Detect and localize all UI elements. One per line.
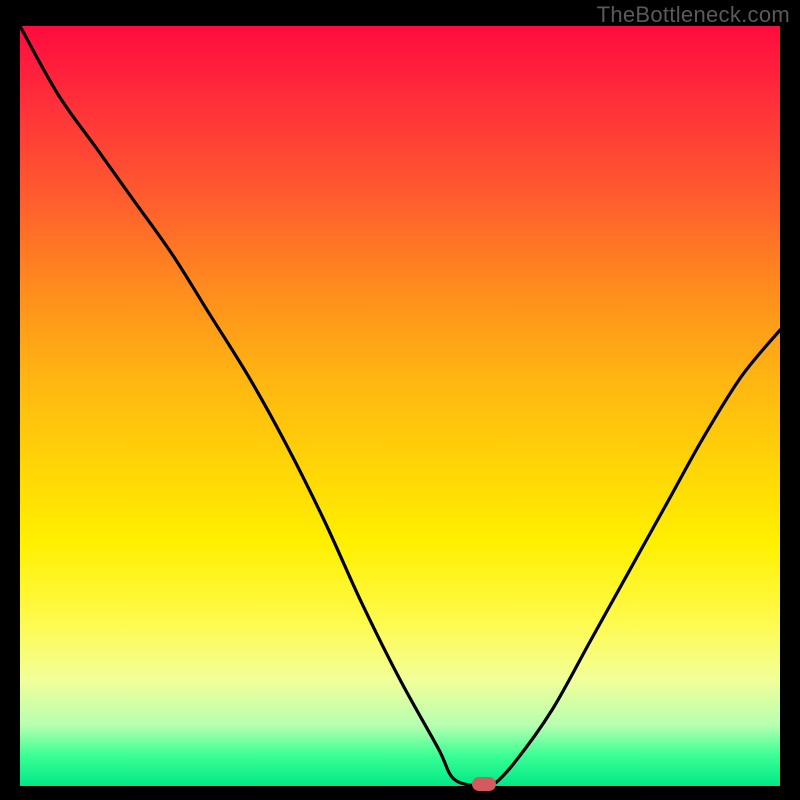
plot-area [20, 26, 780, 786]
bottleneck-curve [20, 26, 780, 786]
curve-layer [20, 26, 780, 786]
watermark-text: TheBottleneck.com [597, 2, 790, 28]
chart-frame: TheBottleneck.com [0, 0, 800, 800]
optimal-marker [472, 777, 496, 791]
